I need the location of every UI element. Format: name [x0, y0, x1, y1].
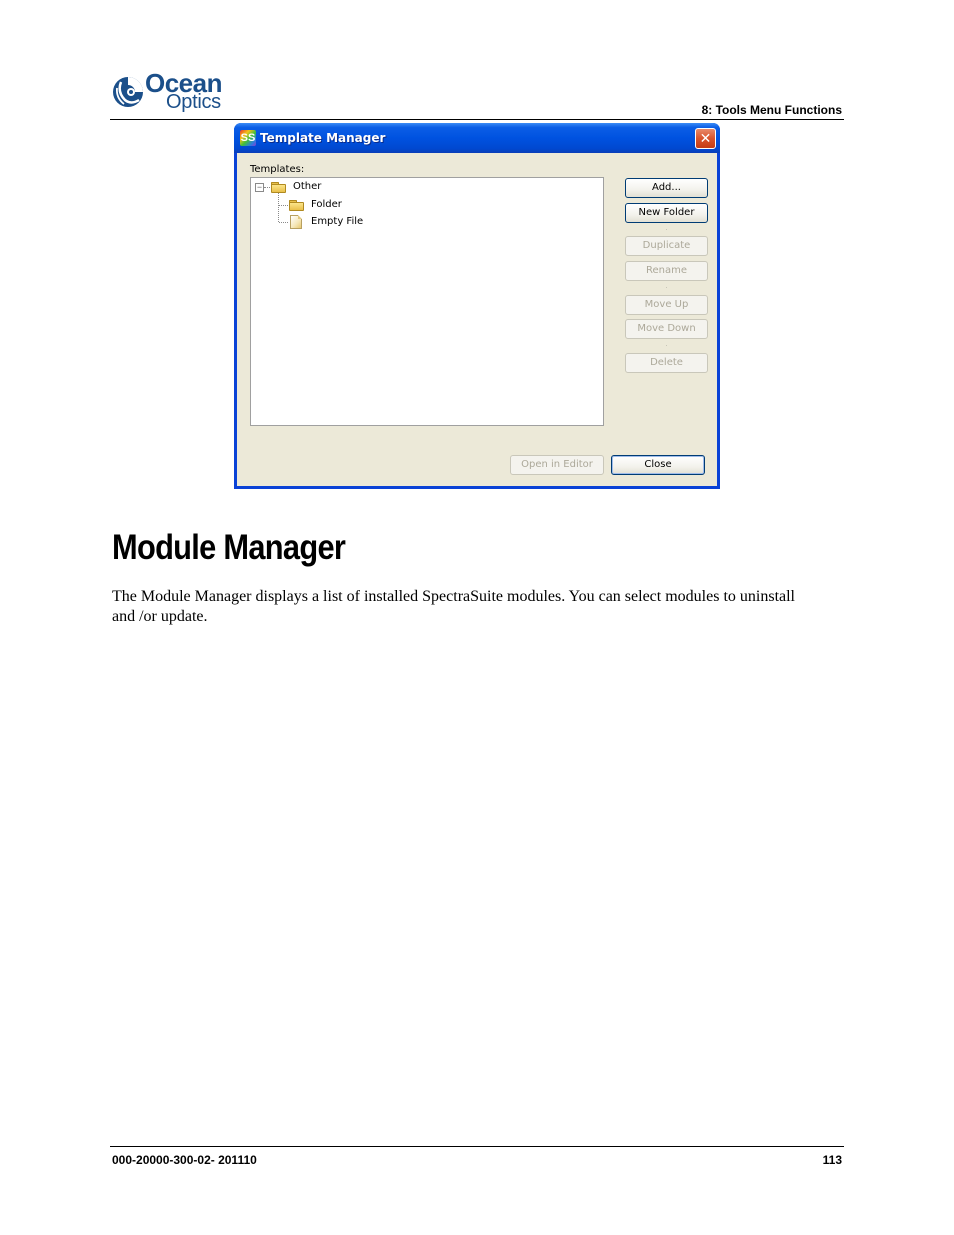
- ocean-optics-swirl-icon: [113, 77, 143, 107]
- file-icon: [290, 215, 302, 229]
- delete-button[interactable]: Delete: [625, 353, 708, 373]
- chapter-title: 8: Tools Menu Functions: [701, 103, 842, 117]
- dialog-title: Template Manager: [260, 131, 386, 145]
- rename-button[interactable]: Rename: [625, 261, 708, 281]
- tree-node-label: Folder: [311, 199, 342, 210]
- folder-icon: [289, 200, 304, 211]
- button-separator: [666, 345, 667, 346]
- duplicate-button[interactable]: Duplicate: [625, 236, 708, 256]
- ocean-optics-logo: Ocean Optics: [111, 68, 231, 116]
- close-button[interactable]: Close: [611, 455, 705, 475]
- folder-icon: [271, 182, 286, 193]
- header-rule: [110, 119, 844, 120]
- logo-word-optics: Optics: [166, 91, 221, 113]
- move-up-button[interactable]: Move Up: [625, 295, 708, 315]
- close-icon[interactable]: ✕: [695, 128, 716, 149]
- tree-node-other[interactable]: Other: [251, 179, 451, 195]
- page-number: 113: [822, 1153, 842, 1167]
- footer-rule: [110, 1146, 844, 1147]
- tree-node-empty-file[interactable]: Empty File: [251, 214, 451, 230]
- section-heading: Module Manager: [112, 528, 346, 567]
- templates-label: Templates:: [250, 164, 305, 175]
- tree-node-label: Other: [293, 181, 322, 192]
- tree-node-folder[interactable]: Folder: [251, 197, 451, 213]
- dialog-title-bar[interactable]: SS Template Manager ✕: [234, 123, 720, 153]
- button-separator: [666, 229, 667, 230]
- new-folder-button[interactable]: New Folder: [625, 203, 708, 223]
- templates-tree[interactable]: − Other Folder Empty File: [250, 177, 604, 426]
- button-separator: [666, 287, 667, 288]
- section-paragraph: The Module Manager displays a list of in…: [112, 588, 795, 625]
- spectrasuite-icon: SS: [240, 130, 256, 146]
- dialog-client-area: Templates: − Other Folder Empty File Add…: [237, 153, 717, 486]
- move-down-button[interactable]: Move Down: [625, 319, 708, 339]
- tree-node-label: Empty File: [311, 216, 364, 227]
- open-in-editor-button[interactable]: Open in Editor: [510, 455, 604, 475]
- add-button[interactable]: Add...: [625, 178, 708, 198]
- template-manager-dialog: SS Template Manager ✕ Templates: − Other…: [234, 123, 720, 489]
- document-number: 000-20000-300-02- 201110: [112, 1153, 257, 1167]
